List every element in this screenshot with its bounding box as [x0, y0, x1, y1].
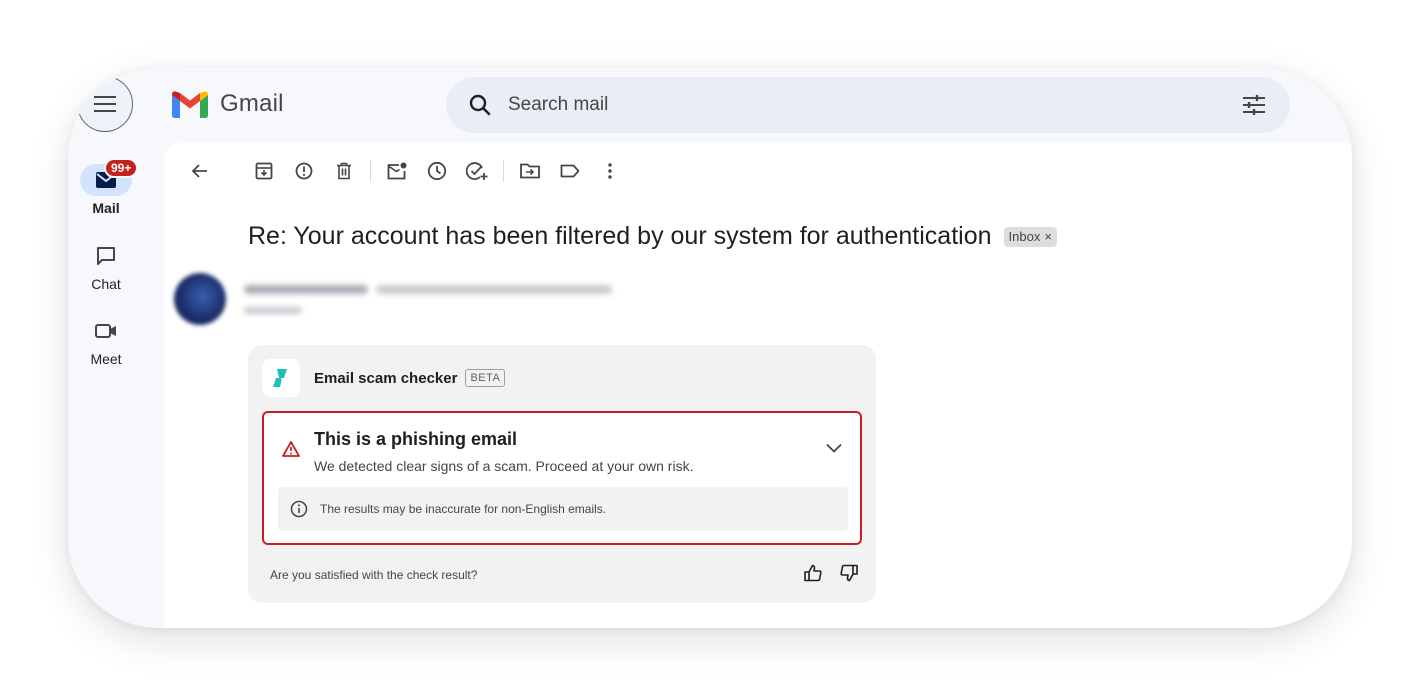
add-to-tasks-icon [466, 162, 488, 180]
move-to-folder-icon [520, 163, 540, 179]
more-vert-icon [608, 163, 612, 179]
recipient-redacted [244, 306, 302, 314]
video-camera-icon [95, 324, 116, 338]
main-menu-button[interactable] [77, 76, 133, 132]
snooze-button[interactable] [417, 157, 457, 185]
info-icon [290, 500, 308, 518]
label-tag-icon [560, 164, 580, 178]
nav-chat[interactable]: Chat [68, 240, 144, 292]
sender-info-redacted [244, 284, 612, 314]
toolbar-divider [503, 160, 504, 182]
nav-mail-pill[interactable]: 99+ [80, 158, 139, 196]
sender-email-redacted [376, 284, 612, 294]
search-icon [469, 94, 491, 116]
toolbar-divider [370, 160, 371, 182]
accuracy-notice: The results may be inaccurate for non-En… [278, 487, 848, 531]
chevron-down-icon[interactable] [826, 443, 842, 453]
gmail-m-icon [172, 90, 208, 118]
more-options-button[interactable] [590, 157, 630, 185]
sender-row [174, 273, 612, 325]
search-bar[interactable] [446, 77, 1290, 133]
scam-checker-header: Email scam checker BETA [262, 359, 506, 397]
surfshark-logo-icon [273, 369, 287, 387]
phishing-alert-card[interactable]: This is a phishing email We detected cle… [262, 411, 862, 545]
nav-mail[interactable]: 99+ Mail [68, 158, 144, 216]
archive-button[interactable] [244, 157, 284, 185]
verdict-title: This is a phishing email [314, 429, 518, 449]
thumbs-up-icon[interactable] [804, 564, 822, 582]
mark-unread-button[interactable] [377, 157, 417, 185]
nav-chat-label: Chat [91, 276, 121, 292]
search-options-button[interactable] [1226, 94, 1282, 116]
search-input[interactable] [508, 77, 1226, 133]
back-button[interactable] [180, 157, 220, 185]
search-button[interactable] [452, 94, 508, 116]
subject-row: Re: Your account has been filtered by ou… [248, 222, 1057, 251]
unread-count-badge: 99+ [104, 158, 139, 178]
chat-icon [97, 247, 115, 265]
verdict-description: We detected clear signs of a scam. Proce… [314, 458, 694, 474]
sender-name-redacted [244, 284, 368, 294]
message-toolbar [180, 157, 630, 185]
feedback-buttons [804, 564, 858, 582]
scam-checker-title: Email scam checker [314, 369, 458, 387]
inbox-label-text: Inbox [1008, 228, 1041, 244]
sender-avatar[interactable] [174, 273, 226, 325]
add-to-tasks-button[interactable] [457, 157, 497, 185]
nav-meet-label: Meet [90, 351, 122, 367]
nav-mail-label: Mail [92, 200, 120, 216]
nav-meet[interactable]: Meet [68, 315, 144, 367]
report-spam-button[interactable] [284, 157, 324, 185]
warning-triangle-icon [282, 441, 300, 457]
archive-icon [255, 162, 273, 180]
beta-badge: BETA [465, 369, 506, 387]
mark-unread-icon [387, 162, 407, 180]
move-to-button[interactable] [510, 157, 550, 185]
surfshark-logo [262, 359, 300, 397]
label-button[interactable] [550, 157, 590, 185]
delete-button[interactable] [324, 157, 364, 185]
thumbs-down-icon[interactable] [840, 564, 858, 582]
email-subject: Re: Your account has been filtered by ou… [248, 222, 992, 250]
gmail-window: 99+ Mail Chat Meet Gmail Search mail Re:… [68, 68, 1352, 628]
report-spam-icon [295, 162, 313, 180]
back-arrow-icon [192, 164, 207, 178]
remove-label-icon[interactable]: × [1044, 229, 1052, 244]
hamburger-menu-icon [94, 96, 116, 112]
gmail-wordmark: Gmail [220, 90, 284, 117]
accuracy-notice-text: The results may be inaccurate for non-En… [320, 502, 607, 516]
snooze-clock-icon [427, 161, 447, 181]
delete-icon [337, 162, 351, 180]
gmail-logo[interactable]: Gmail [172, 90, 284, 118]
message-view: Re: Your account has been filtered by ou… [164, 143, 1352, 628]
inbox-label-chip[interactable]: Inbox × [1003, 226, 1057, 247]
tune-filter-icon [1243, 95, 1265, 115]
feedback-question: Are you satisfied with the check result? [270, 568, 478, 582]
scam-checker-panel: Email scam checker BETA This is a phishi… [248, 345, 876, 603]
